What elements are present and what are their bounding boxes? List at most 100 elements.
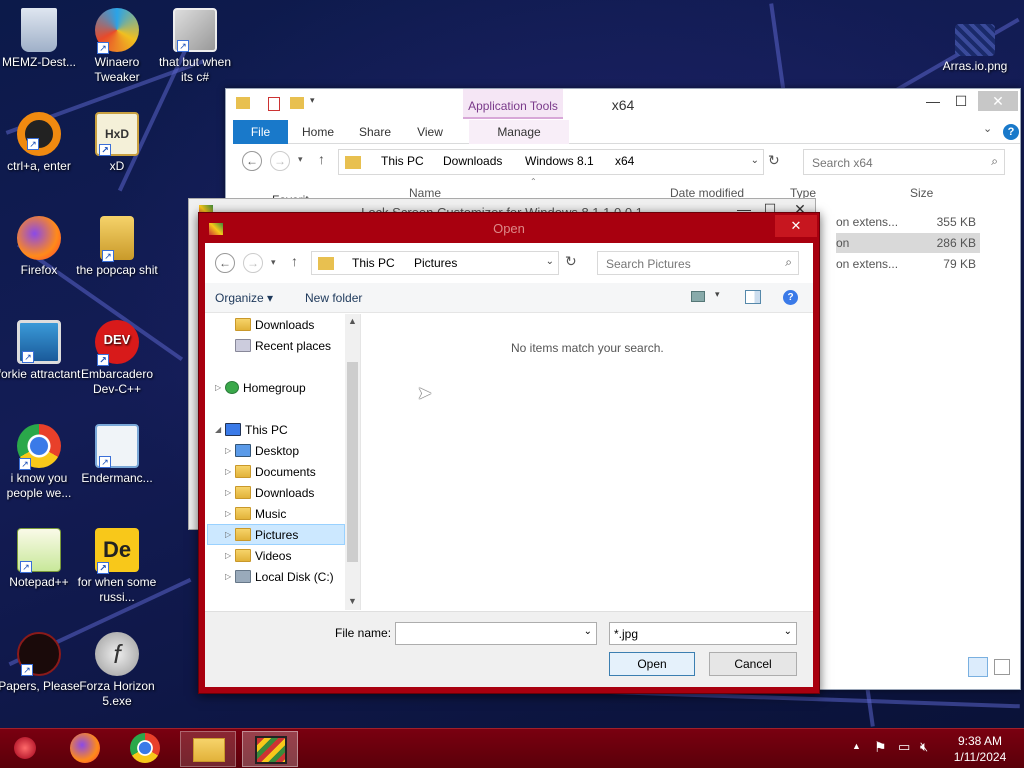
network-icon[interactable]: ▭ — [898, 739, 910, 755]
refresh-icon[interactable]: ↻ — [565, 253, 577, 270]
file-name-input[interactable]: ⌄ — [395, 622, 597, 645]
open-button[interactable]: Open — [609, 652, 695, 676]
details-view-icon[interactable] — [968, 657, 988, 677]
desktop-icon-memz[interactable]: MEMZ-Dest... — [0, 8, 82, 70]
expand-arrow-icon[interactable]: ▷ — [225, 446, 231, 455]
desktop-icon-devcpp[interactable]: DEV ↗ Embarcadero Dev-C++ — [74, 320, 160, 397]
tab-home[interactable]: Home — [295, 120, 341, 144]
open-file-dialog[interactable]: Open ✕ ← → ▾ ↑ This PC Pictures ⌄ ↻ Sear… — [198, 212, 820, 694]
back-arrow-icon[interactable]: ← — [215, 253, 235, 273]
close-button[interactable]: ✕ — [978, 91, 1018, 111]
scroll-down-icon[interactable]: ▼ — [348, 596, 357, 606]
desktop-icon-firefox[interactable]: Firefox — [0, 216, 82, 278]
taskbar-firefox[interactable] — [58, 731, 114, 767]
help-icon[interactable]: ? — [1003, 124, 1019, 140]
forward-arrow-icon[interactable]: → — [270, 151, 290, 171]
address-dropdown-icon[interactable]: ⌄ — [546, 256, 554, 267]
explorer-search-box[interactable]: Search x64 ⌕ — [803, 149, 1005, 175]
desktop-icon-papers[interactable]: ↗ Papers, Please — [0, 632, 82, 694]
change-view-icon[interactable] — [691, 291, 705, 302]
nav-item-documents[interactable]: Documents — [235, 462, 316, 482]
explorer-titlebar[interactable]: ▾ Application Tools x64 — ☐ ✕ — [226, 89, 1020, 119]
column-size[interactable]: Size — [910, 186, 933, 200]
desktop-icon-winaero[interactable]: ↗ Winaero Tweaker — [74, 8, 160, 85]
back-arrow-icon[interactable]: ← — [242, 151, 262, 171]
dropdown-arrow-icon[interactable]: ⌄ — [584, 626, 592, 637]
taskbar-file-explorer[interactable] — [180, 731, 236, 767]
up-arrow-icon[interactable]: ↑ — [318, 151, 325, 167]
nav-item-this-pc[interactable]: This PC — [225, 420, 288, 440]
scroll-up-icon[interactable]: ▲ — [348, 316, 357, 326]
desktop-icon-xd[interactable]: HxD ↗ xD — [74, 112, 160, 174]
expand-arrow-icon[interactable]: ▷ — [225, 530, 231, 539]
table-row[interactable]: on extens... 355 KB — [836, 212, 980, 232]
breadcrumb-windows81[interactable]: Windows 8.1 — [525, 154, 594, 168]
desktop-icon-popcap[interactable]: ↗ the popcap shit — [74, 216, 160, 278]
file-type-select[interactable]: *.jpg ⌄ — [609, 622, 797, 645]
new-folder-button[interactable]: New folder — [305, 291, 362, 305]
expand-arrow-icon[interactable]: ▷ — [225, 572, 231, 581]
start-button[interactable] — [8, 733, 42, 765]
maximize-button[interactable]: ☐ — [946, 91, 976, 111]
cancel-button[interactable]: Cancel — [709, 652, 797, 676]
preview-pane-icon[interactable] — [745, 290, 761, 304]
desktop-icon-notepadpp[interactable]: ↗ Notepad++ — [0, 528, 82, 590]
nav-item-downloads[interactable]: Downloads — [235, 483, 314, 503]
desktop-icon-ctrl-a[interactable]: ↗ ctrl+a, enter — [0, 112, 82, 174]
action-center-flag-icon[interactable]: ⚑ — [874, 739, 887, 756]
nav-item-local-disk[interactable]: Local Disk (C:) — [235, 567, 334, 587]
refresh-icon[interactable]: ↻ — [768, 152, 780, 169]
desktop-icon-chrome[interactable]: ↗ i know you people we... — [0, 424, 82, 501]
expand-arrow-icon[interactable]: ▷ — [225, 509, 231, 518]
up-arrow-icon[interactable]: ↑ — [291, 253, 298, 269]
volume-muted-icon[interactable]: 🔇︎ — [920, 739, 928, 755]
organize-button[interactable]: Organize ▾ — [215, 291, 273, 305]
breadcrumb-x64[interactable]: x64 — [615, 154, 634, 168]
clock[interactable]: 9:38 AM 1/11/2024 — [944, 733, 1016, 765]
dropdown-arrow-icon[interactable]: ⌄ — [784, 626, 792, 637]
expand-arrow-icon[interactable]: ▷ — [215, 383, 221, 392]
recent-dropdown-icon[interactable]: ▾ — [298, 154, 303, 165]
desktop-icon-forkie[interactable]: ↗ forkie attractant — [0, 320, 82, 382]
nav-item-pictures[interactable]: Pictures — [235, 525, 298, 545]
minimize-button[interactable]: — — [918, 91, 948, 111]
tab-manage[interactable]: Manage — [469, 120, 569, 144]
collapse-arrow-icon[interactable]: ◢ — [215, 425, 221, 434]
explorer-address-field[interactable]: This PC Downloads Windows 8.1 x64 ⌄ — [338, 149, 764, 175]
ribbon-expand-icon[interactable]: ⌄ — [983, 122, 992, 135]
breadcrumb-pictures[interactable]: Pictures — [414, 256, 457, 270]
expand-arrow-icon[interactable]: ▷ — [225, 488, 231, 497]
scrollbar-thumb[interactable] — [347, 362, 358, 562]
nav-item-homegroup[interactable]: Homegroup — [225, 378, 306, 398]
tab-file[interactable]: File — [233, 120, 288, 144]
nav-item-downloads-fav[interactable]: Downloads — [235, 315, 314, 335]
breadcrumb-this-pc[interactable]: This PC — [352, 256, 395, 270]
desktop-icon-enderman[interactable]: ↗ Endermanc... — [74, 424, 160, 486]
taskbar-chrome[interactable] — [118, 731, 174, 767]
nav-item-music[interactable]: Music — [235, 504, 286, 524]
tab-view[interactable]: View — [409, 120, 451, 144]
dialog-address-field[interactable]: This PC Pictures ⌄ — [311, 251, 559, 275]
nav-item-desktop[interactable]: Desktop — [235, 441, 299, 461]
large-icons-view-icon[interactable] — [994, 659, 1010, 675]
taskbar-lockscreen-app[interactable] — [242, 731, 298, 767]
dialog-close-button[interactable]: ✕ — [775, 215, 817, 237]
nav-scrollbar[interactable]: ▲ ▼ — [345, 314, 360, 610]
navigation-pane[interactable]: Downloads Recent places ▷ Homegroup ◢ Th… — [205, 314, 361, 610]
breadcrumb-this-pc[interactable]: This PC — [381, 154, 424, 168]
table-row[interactable]: on 286 KB — [836, 233, 980, 253]
view-dropdown-icon[interactable]: ▾ — [715, 289, 720, 300]
desktop-icon-arras[interactable]: Arras.io.png — [932, 24, 1018, 74]
nav-item-videos[interactable]: Videos — [235, 546, 291, 566]
table-row[interactable]: on extens... 79 KB — [836, 254, 980, 274]
forward-arrow-icon[interactable]: → — [243, 253, 263, 273]
nav-item-recent-places[interactable]: Recent places — [235, 336, 331, 356]
expand-arrow-icon[interactable]: ▷ — [225, 551, 231, 560]
help-icon[interactable]: ? — [783, 290, 798, 305]
show-hidden-icons-icon[interactable]: ▲ — [852, 741, 861, 751]
desktop-icon-forza[interactable]: f Forza Horizon 5.exe — [74, 632, 160, 709]
tab-share[interactable]: Share — [353, 120, 397, 144]
expand-arrow-icon[interactable]: ▷ — [225, 467, 231, 476]
recent-dropdown-icon[interactable]: ▾ — [271, 257, 276, 268]
breadcrumb-downloads[interactable]: Downloads — [443, 154, 502, 168]
